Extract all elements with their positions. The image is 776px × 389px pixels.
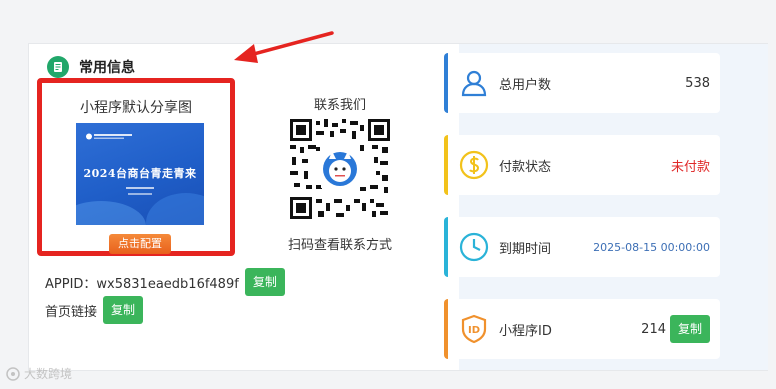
poster-logo-icon	[86, 133, 132, 140]
home-link-label: 首页链接	[45, 304, 98, 320]
id-shield-icon: ID	[461, 314, 487, 344]
stat-value: 214	[641, 321, 666, 337]
watermark-logo-icon	[6, 366, 20, 381]
contact-label: 联系我们	[313, 98, 366, 113]
configure-share-image-button[interactable]: 点击配置	[109, 234, 171, 254]
share-image-highlight: 小程序默认分享图 2024台商台青走青来 点击配置	[37, 78, 235, 256]
stat-label: 小程序ID	[499, 323, 552, 339]
copy-appid-button[interactable]: 复制	[244, 268, 285, 296]
section-title: 常用信息	[79, 60, 135, 76]
stat-card-miniprogram-id: ID 小程序ID 214 复制	[444, 299, 720, 359]
poster-wave	[76, 201, 146, 225]
poster-wave	[146, 193, 204, 225]
share-image-preview[interactable]: 2024台商台青走青来	[76, 123, 204, 225]
watermark: 大数跨境	[6, 365, 72, 382]
appid-row: APPID：wx5831eaedb16f489f 复制	[45, 268, 285, 296]
info-left-column: 常用信息 小程序默认分享图 2024台商台青走青来 点击配置 联系我们 扫码查看…	[29, 44, 459, 370]
stat-card-payment-status: 付款状态 未付款	[444, 135, 720, 195]
stat-value: 未付款	[670, 159, 710, 175]
dollar-icon	[459, 150, 489, 180]
poster-subline	[128, 193, 152, 195]
card-accent	[444, 217, 448, 277]
copy-miniprogram-id-button[interactable]: 复制	[669, 315, 710, 343]
appid-text: APPID：wx5831eaedb16f489f	[45, 276, 239, 292]
watermark-text: 大数跨境	[24, 367, 73, 381]
poster-headline: 2024台商台青走青来	[83, 167, 197, 180]
poster-subline	[126, 187, 154, 189]
clock-icon	[459, 232, 489, 262]
copy-home-link-button[interactable]: 复制	[103, 296, 144, 324]
card-accent	[444, 299, 448, 359]
qr-caption: 扫码查看联系方式	[287, 238, 392, 253]
stat-card-expiry: 到期时间 2025-08-15 00:00:00	[444, 217, 720, 277]
document-icon	[47, 56, 69, 78]
card-accent	[444, 135, 448, 195]
stat-label: 总用户数	[499, 77, 552, 93]
contact-qr-code	[290, 119, 390, 219]
stat-card-total-users: 总用户数 538	[444, 53, 720, 113]
stat-value: 538	[685, 75, 710, 91]
section-header: 常用信息	[47, 56, 135, 78]
card-accent	[444, 53, 448, 113]
svg-text:ID: ID	[468, 325, 480, 336]
annotation-arrow-icon	[234, 31, 334, 63]
home-link-row: 首页链接 复制	[45, 296, 144, 324]
stat-label: 到期时间	[499, 241, 552, 257]
stat-label: 付款状态	[499, 159, 552, 175]
share-image-label: 小程序默认分享图	[80, 100, 192, 116]
stat-value: 2025-08-15 00:00:00	[593, 240, 710, 254]
user-icon	[461, 70, 487, 97]
